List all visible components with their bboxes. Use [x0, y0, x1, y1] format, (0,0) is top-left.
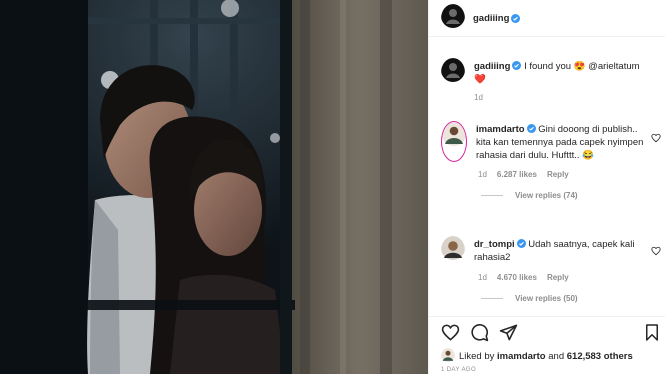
comment-icon[interactable] — [470, 323, 489, 347]
post-image — [0, 0, 428, 374]
author-avatar[interactable] — [441, 3, 465, 33]
comment-like-heart-icon[interactable] — [651, 243, 661, 261]
commenter-avatar[interactable] — [441, 121, 467, 162]
comment-username[interactable]: imamdarto — [476, 124, 525, 135]
verified-badge-icon — [526, 124, 536, 133]
verified-badge-icon — [516, 239, 526, 248]
liked-by-joiner: and — [548, 351, 565, 362]
comment: dr_tompi Udah saatnya, capek kali rahasi… — [441, 236, 661, 303]
liked-by-user[interactable]: imamdarto — [497, 351, 546, 362]
comment-username[interactable]: dr_tompi — [474, 239, 515, 250]
post-header: gadiiing — [429, 0, 665, 36]
comment-likes[interactable]: 6.287 likes — [497, 170, 537, 179]
caption-time: 1d — [474, 93, 483, 102]
comment-reply-button[interactable]: Reply — [547, 170, 569, 179]
author-username[interactable]: gadiiing — [473, 13, 509, 24]
post-time-ago: 1 DAY AGO — [441, 367, 477, 373]
share-icon[interactable] — [499, 323, 518, 347]
post-actions — [441, 323, 663, 343]
commenter-avatar[interactable] — [441, 236, 465, 265]
comment-likes[interactable]: 4.670 likes — [497, 273, 537, 282]
post-details-panel: gadiiing gadiiing I found you 😍 @arielta… — [428, 0, 665, 374]
caption-heart-emoji: ❤️ — [474, 74, 486, 85]
view-replies-button[interactable]: View replies (50) — [441, 294, 661, 303]
heart-icon[interactable] — [441, 323, 460, 347]
comment-time: 1d — [478, 273, 487, 282]
view-replies-label: View replies (74) — [515, 191, 578, 200]
comment-like-heart-icon[interactable] — [651, 130, 661, 148]
view-replies-label: View replies (50) — [515, 294, 578, 303]
caption: gadiiing I found you 😍 @arieltatum ❤️ 1d — [441, 58, 661, 102]
view-replies-button[interactable]: View replies (74) — [441, 191, 661, 200]
post-photo[interactable] — [0, 0, 428, 374]
replies-dash — [481, 195, 503, 196]
verified-badge-icon — [512, 61, 522, 70]
caption-text: I found you 😍 @arieltatum — [524, 61, 640, 72]
caption-username[interactable]: gadiiing — [474, 61, 510, 72]
comment-time: 1d — [478, 170, 487, 179]
liked-by: Liked by imamdarto and 612,583 others — [441, 348, 633, 365]
liked-by-others[interactable]: 612,583 others — [567, 351, 633, 362]
verified-badge-icon — [511, 13, 521, 23]
replies-dash — [481, 298, 503, 299]
comment-reply-button[interactable]: Reply — [547, 273, 569, 282]
bookmark-icon[interactable] — [643, 323, 661, 347]
actions-divider — [429, 316, 665, 317]
liked-by-avatar[interactable] — [441, 348, 455, 365]
caption-avatar[interactable] — [441, 58, 465, 87]
liked-by-prefix: Liked by — [459, 351, 495, 362]
comment: imamdarto Gini dooong di publish.. kita … — [441, 121, 661, 200]
header-divider — [429, 36, 665, 37]
